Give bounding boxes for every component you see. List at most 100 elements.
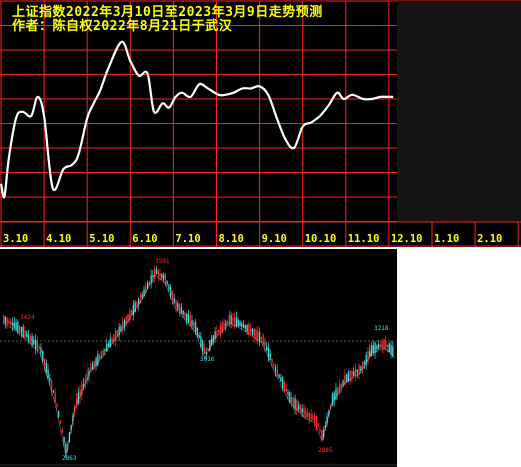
candle-body — [52, 390, 55, 393]
candle-body — [287, 392, 289, 396]
candle-body — [299, 405, 302, 413]
candle-body — [283, 381, 286, 392]
chart-blank-area — [397, 1, 521, 222]
price-annotation: 2885 — [318, 447, 333, 454]
candle-body — [13, 322, 15, 329]
candle-body — [187, 314, 190, 323]
candle-body — [59, 420, 62, 425]
candle-body — [29, 336, 31, 342]
candle-body — [319, 429, 321, 432]
candle-body — [230, 315, 232, 324]
candle-body — [162, 275, 165, 280]
candle-body — [289, 392, 291, 403]
candle-body — [237, 320, 239, 327]
candle-body — [116, 330, 119, 337]
candle-body — [178, 304, 181, 313]
candle-body — [65, 443, 67, 453]
candle-body — [363, 361, 366, 364]
actual-index-chart-panel: 3424 2863 3591 3016 2885 3218 — [0, 249, 397, 467]
candle-body — [111, 338, 113, 343]
candle-body — [49, 378, 51, 382]
candle-body — [251, 328, 254, 335]
candle-body — [198, 335, 200, 338]
candle-body — [372, 345, 374, 353]
candle-body — [56, 404, 58, 407]
candle-body — [177, 303, 179, 310]
candle-body — [271, 358, 273, 363]
candle-body — [273, 363, 275, 366]
candle-body — [152, 275, 154, 278]
candle-body — [36, 340, 39, 351]
candle-body — [321, 430, 323, 440]
candle-body — [31, 335, 33, 346]
candle-body — [40, 347, 42, 353]
price-annotation: 3591 — [155, 258, 170, 265]
candle-body — [381, 342, 383, 348]
candle-body — [390, 344, 392, 354]
candle-body — [225, 321, 227, 326]
candle-body — [33, 340, 35, 345]
candle-body — [242, 324, 245, 328]
candle-body — [376, 345, 378, 350]
candle-body — [315, 415, 318, 427]
candle-body — [310, 413, 312, 420]
candle-body — [136, 302, 138, 308]
candle-body — [141, 294, 143, 298]
candle-body — [317, 423, 319, 428]
candle-body — [312, 415, 314, 420]
candle-body — [20, 327, 23, 333]
candle-body — [353, 371, 355, 376]
candle-body — [388, 343, 390, 353]
candle-body — [193, 322, 195, 328]
candle-body — [351, 371, 353, 379]
candle-body — [8, 320, 10, 324]
candle-body — [148, 281, 151, 285]
candle-body — [43, 358, 46, 365]
candle-body — [18, 325, 21, 331]
candle-body — [385, 341, 387, 348]
candle-body — [216, 330, 218, 336]
candle-body — [196, 327, 199, 336]
candle-body — [168, 284, 170, 290]
candle-body — [301, 408, 303, 413]
candle-body — [175, 301, 177, 308]
candle-body — [205, 351, 207, 354]
candle-body — [234, 316, 236, 326]
candle-body — [58, 411, 60, 417]
candle-body — [285, 388, 287, 392]
candle-body — [356, 369, 358, 373]
candle-body — [189, 316, 191, 326]
candle-body — [6, 318, 8, 324]
candle-body — [264, 341, 266, 347]
candle-body — [26, 333, 28, 338]
candle-body — [24, 330, 26, 337]
candle-body — [294, 398, 296, 409]
candle-body — [386, 344, 389, 348]
candle-body — [194, 322, 197, 332]
candle-body — [241, 323, 243, 327]
candle-body — [280, 377, 282, 382]
candle-body — [347, 373, 350, 382]
x-tick-label: 3.10 — [3, 233, 28, 245]
candle-body — [90, 367, 92, 371]
candle-body — [244, 325, 247, 329]
x-tick-label: 5.10 — [89, 233, 114, 245]
price-annotation: 3218 — [374, 325, 389, 332]
candle-body — [170, 286, 172, 297]
candle-body — [184, 312, 186, 318]
x-tick-label: 8.10 — [219, 233, 244, 245]
candle-body — [239, 321, 241, 327]
candle-chart-background — [0, 249, 397, 467]
x-tick-label: 10.10 — [305, 233, 337, 245]
candle-body — [292, 397, 294, 406]
candle-body — [180, 307, 183, 314]
candle-body — [346, 374, 348, 382]
candle-body — [235, 317, 238, 327]
price-annotation: 3424 — [20, 314, 35, 321]
candle-body — [266, 346, 268, 351]
candle-body — [155, 269, 158, 275]
candle-body — [207, 348, 209, 351]
chart-title-line-2: 作者：陈自权2022年8月21日于武汉 — [12, 19, 233, 34]
candle-body — [232, 317, 234, 323]
candle-body — [45, 362, 47, 373]
